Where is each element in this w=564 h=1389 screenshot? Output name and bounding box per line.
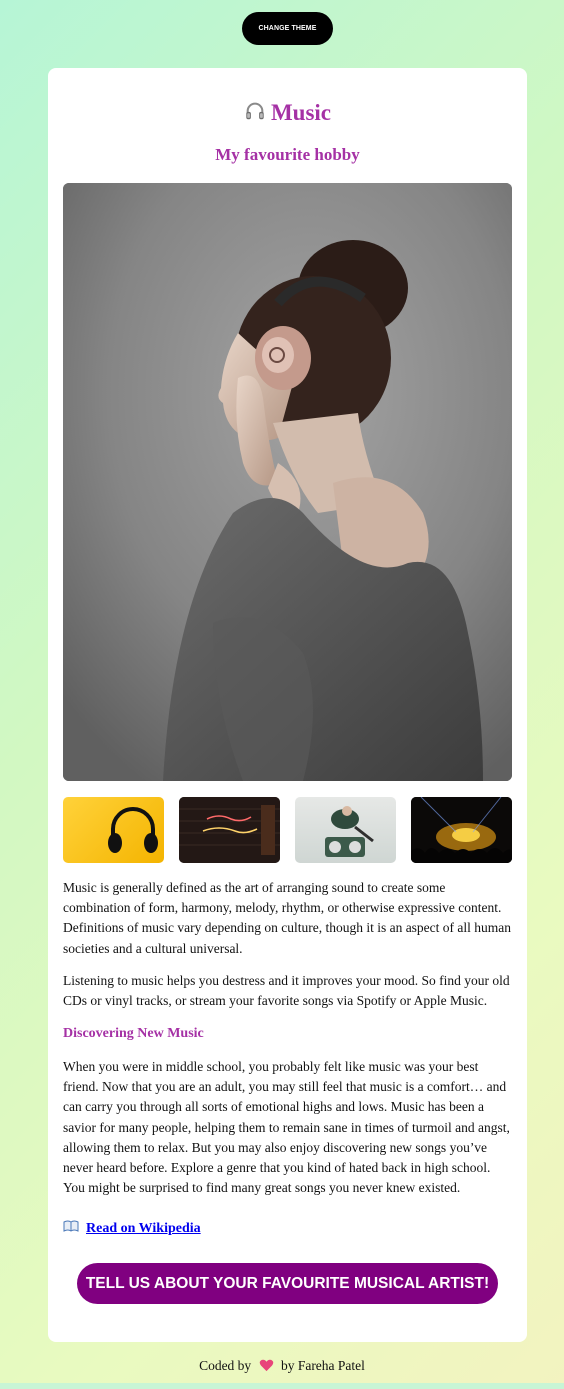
woman-with-headphones-photo (63, 183, 512, 781)
heart-icon (259, 1359, 274, 1376)
title-text: Music (270, 100, 332, 125)
yellow-headphones-photo[interactable] (63, 797, 164, 863)
open-book-icon (63, 1220, 86, 1237)
neon-sign-photo[interactable] (179, 797, 280, 863)
discovery-paragraph: When you were in middle school, you prob… (63, 1059, 510, 1196)
boombox-photo[interactable] (295, 797, 396, 863)
wikipedia-link[interactable]: Read on Wikipedia (86, 1221, 201, 1237)
wiki-link-row: Read on Wikipedia (63, 1220, 201, 1237)
footer-author: by Fareha Patel (280, 1358, 365, 1373)
footer-prefix: Coded by (199, 1358, 252, 1373)
headphones-icon (244, 100, 266, 128)
page-title: Music (48, 100, 527, 128)
intro-paragraph: Music is generally defined as the art of… (63, 880, 512, 956)
concert-crowd-photo[interactable] (411, 797, 512, 863)
page-subtitle: My favourite hobby (215, 145, 360, 164)
tell-us-button[interactable]: TELL US ABOUT YOUR FAVOURITE MUSICAL ART… (77, 1263, 498, 1304)
benefits-paragraph: Listening to music helps you destress an… (63, 973, 510, 1009)
section-heading: Discovering New Music (63, 1026, 204, 1041)
change-theme-button[interactable]: CHANGE THEME (242, 12, 333, 45)
bottom-strip (0, 1383, 564, 1389)
footer: Coded by by Fareha Patel (0, 1358, 564, 1376)
